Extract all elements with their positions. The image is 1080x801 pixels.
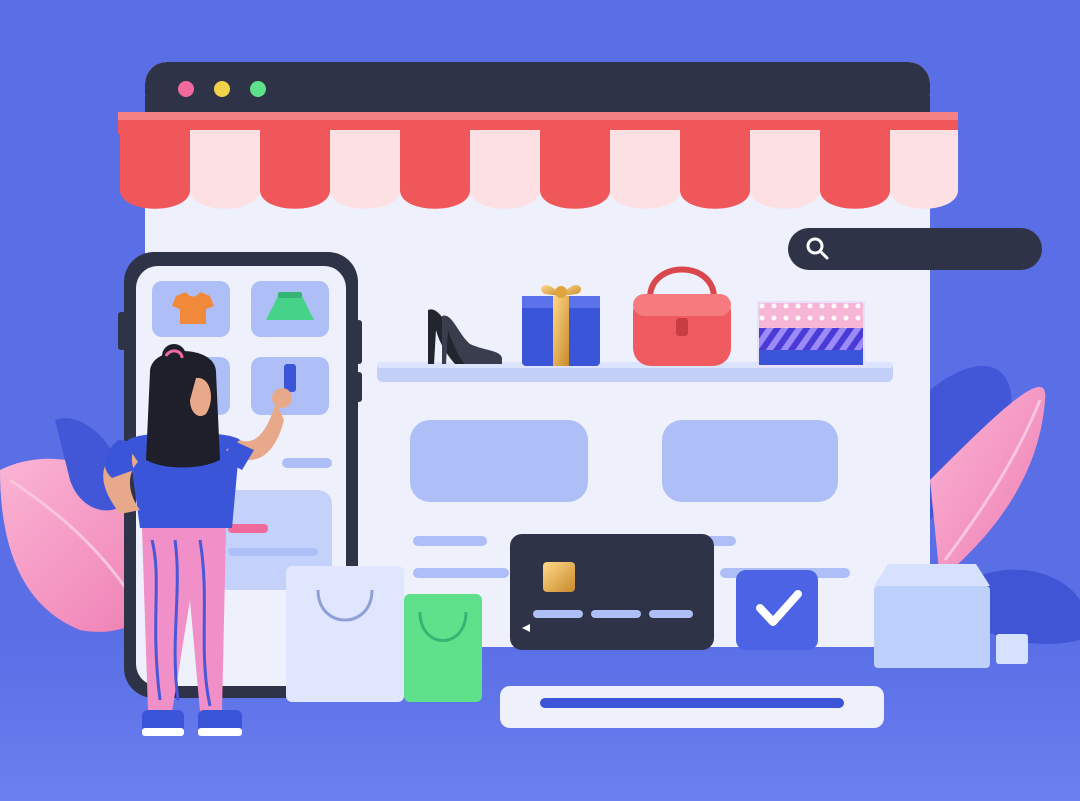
window-maximize-dot[interactable]	[250, 81, 266, 97]
product-placeholder-left[interactable]	[410, 420, 588, 502]
gift-box-icon[interactable]	[522, 285, 600, 366]
shopping-bag-green	[404, 594, 482, 702]
package-box	[874, 564, 990, 668]
card-chip-icon	[543, 562, 575, 592]
window-close-dot[interactable]	[178, 81, 194, 97]
search-bar[interactable]	[788, 228, 1042, 270]
credit-card[interactable]	[510, 534, 714, 650]
small-box	[996, 634, 1028, 664]
check-badge[interactable]	[736, 570, 818, 650]
shopping-bag-white	[286, 566, 404, 702]
phone-badge	[228, 524, 268, 533]
patterned-box-icon[interactable]	[757, 301, 865, 367]
search-input[interactable]	[788, 228, 1042, 270]
ecommerce-illustration	[0, 62, 1080, 801]
text-line	[413, 568, 509, 578]
text-line	[282, 458, 332, 468]
product-placeholder-right[interactable]	[662, 420, 838, 502]
display-stand	[500, 686, 884, 728]
store-awning	[118, 112, 958, 209]
window-minimize-dot[interactable]	[214, 81, 230, 97]
text-line	[413, 536, 487, 546]
